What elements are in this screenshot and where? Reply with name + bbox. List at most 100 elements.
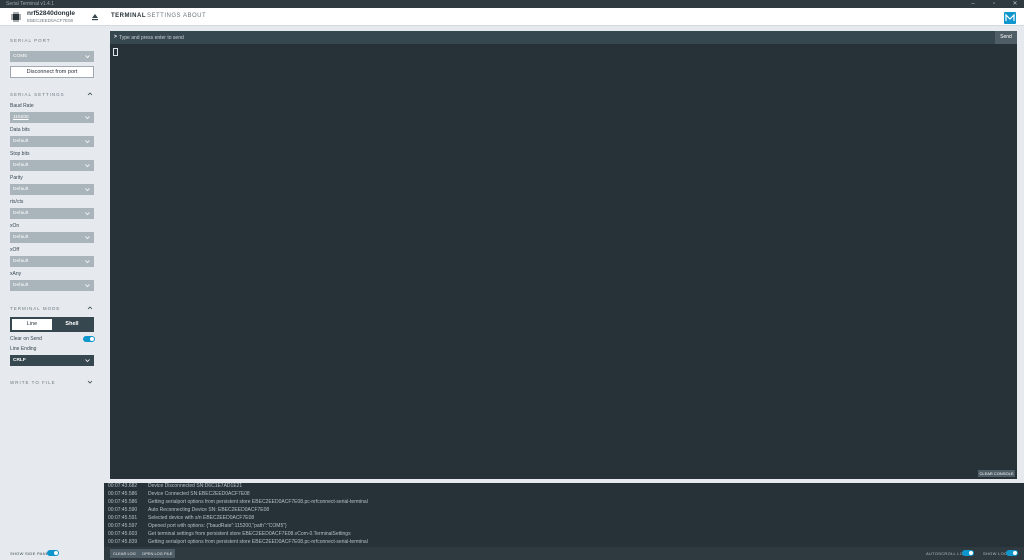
clear-console-button[interactable]: CLEAR CONSOLE (978, 470, 1015, 477)
xany-label: xAny (10, 271, 22, 277)
parity-label: Parity (10, 175, 23, 181)
clear-on-send-label: Clear on Send (10, 336, 42, 342)
rts-cts-select[interactable]: Default (10, 208, 94, 219)
toggle-knob (969, 551, 973, 555)
log-entry: 00:07:45.586 Getting serialport options f… (108, 499, 368, 505)
parity-select[interactable]: Default (10, 184, 94, 195)
log-time: 00:07:45.603 (108, 531, 138, 537)
footer-bar: SHOW SIDE PANEL CLEAR LOG OPEN LOG FILE … (0, 547, 1024, 560)
chevron-down-icon (85, 164, 90, 168)
clear-on-send-toggle[interactable] (83, 336, 95, 342)
autoscroll-log-toggle[interactable] (962, 550, 974, 556)
chevron-down-icon (85, 212, 90, 216)
xon-value: Default (13, 235, 29, 240)
xon-label: xOn (10, 223, 20, 229)
stop-bits-select[interactable]: Default (10, 160, 94, 171)
chevron-up-icon[interactable] (87, 91, 93, 97)
command-bar: > Send (110, 31, 1017, 44)
log-time: 00:07:45.586 (108, 499, 138, 505)
baud-rate-value: 115200 (13, 115, 29, 120)
xany-value: Default (13, 283, 29, 288)
clear-log-button[interactable]: CLEAR LOG (110, 549, 139, 558)
xoff-value: Default (13, 259, 29, 264)
rts-cts-label: rts/cts (10, 199, 24, 205)
show-log-label: SHOW LOG (983, 551, 1008, 556)
serial-port-select[interactable]: COM5 (10, 51, 94, 62)
log-time: 00:07:45.586 (108, 491, 138, 497)
log-message: Device Disconnected SN:D6C1E7AD1E21 (148, 483, 243, 489)
stop-bits-label: Stop bits (10, 151, 30, 157)
tab-settings[interactable]: SETTINGS (147, 13, 181, 19)
log-time: 00:07:45.590 (108, 507, 138, 513)
tab-about[interactable]: ABOUT (183, 13, 206, 19)
serial-settings-header[interactable]: SERIAL SETTINGS (10, 92, 65, 97)
minimize-icon[interactable]: – (966, 0, 980, 8)
maximize-icon[interactable]: ▫ (987, 0, 1001, 8)
chip-icon (11, 12, 21, 22)
toggle-knob (1013, 551, 1017, 555)
chevron-down-icon (85, 116, 90, 120)
device-name[interactable]: nrf52840dongle (27, 10, 75, 17)
chevron-down-icon (85, 236, 90, 240)
write-to-file-header[interactable]: WRITE TO FILE (10, 380, 56, 385)
log-entry: 00:07:45.586 Device Connected SN:EBEC2EED… (108, 491, 250, 497)
log-message: Opened port with options: {"baudRate":11… (148, 523, 287, 529)
eject-icon[interactable] (91, 13, 99, 21)
command-input[interactable] (119, 33, 989, 42)
log-entry: 00:07:45.839 Getting serialport options f… (108, 539, 368, 545)
terminal-mode-toggle: Line Shell (10, 317, 94, 332)
parity-value: Default (13, 187, 29, 192)
app-header: nrf52840dongle EBEC2EED0ACF7E08 TERMINAL… (0, 8, 1024, 26)
terminal-mode-header[interactable]: TERMINAL MODE (10, 306, 60, 311)
chevron-down-icon (85, 284, 90, 288)
log-time: 00:07:43.682 (108, 483, 138, 489)
baud-rate-select[interactable]: 115200 (10, 112, 94, 123)
close-icon[interactable]: ✕ (1008, 0, 1022, 8)
xoff-select[interactable]: Default (10, 256, 94, 267)
log-message: Getting serialport options from persiste… (148, 539, 368, 545)
xany-select[interactable]: Default (10, 280, 94, 291)
terminal-view[interactable]: > Send CLEAR CONSOLE (110, 31, 1017, 479)
chevron-down-icon (85, 260, 90, 264)
log-message: Device Connected SN:EBEC2EED0ACF7E08 (148, 491, 250, 497)
line-ending-select[interactable]: CRLF (10, 355, 94, 366)
autoscroll-log-label: AUTOSCROLL LOG (926, 551, 967, 556)
data-bits-select[interactable]: Default (10, 136, 94, 147)
nordic-logo-icon (1004, 12, 1016, 24)
xon-select[interactable]: Default (10, 232, 94, 243)
shell-mode-button[interactable]: Shell (52, 319, 92, 330)
window-title: Serial Terminal v1.4.1 (6, 1, 54, 7)
open-log-file-button[interactable]: OPEN LOG FILE (139, 549, 176, 558)
log-entry: 00:07:45.597 Opened port with options: {"… (108, 523, 287, 529)
tab-terminal[interactable]: TERMINAL (111, 13, 146, 19)
log-entry: 00:07:43.682 Device Disconnected SN:D6C1E… (108, 483, 242, 489)
device-serial: EBEC2EED0ACF7E08 (27, 18, 74, 23)
log-message: Get terminal settings from persistent st… (148, 531, 351, 537)
log-time: 00:07:45.597 (108, 523, 138, 529)
send-button[interactable]: Send (995, 31, 1017, 44)
chevron-down-icon (85, 55, 90, 59)
data-bits-label: Data bits (10, 127, 30, 133)
data-bits-value: Default (13, 139, 29, 144)
chevron-up-icon[interactable] (87, 305, 93, 311)
log-time: 00:07:45.839 (108, 539, 138, 545)
serial-port-header: SERIAL PORT (10, 38, 51, 43)
log-panel[interactable]: 00:07:43.682 Device Disconnected SN:D6C1E… (104, 483, 1024, 547)
serial-port-value: COM5 (13, 54, 27, 59)
log-time: 00:07:45.591 (108, 515, 138, 521)
show-side-panel-toggle[interactable] (47, 550, 59, 556)
toggle-knob (54, 551, 58, 555)
terminal-cursor (113, 48, 118, 56)
show-side-panel-label: SHOW SIDE PANEL (10, 551, 52, 556)
line-ending-value: CRLF (13, 358, 26, 363)
xoff-label: xOff (10, 247, 20, 253)
window-titlebar: Serial Terminal v1.4.1 – ▫ ✕ (0, 0, 1024, 8)
log-entry: 00:07:45.591 Selected device with s/n EBE… (108, 515, 254, 521)
footer-side: SHOW SIDE PANEL (0, 547, 104, 560)
prompt-icon: > (114, 34, 117, 40)
disconnect-button[interactable]: Disconnect from port (10, 66, 94, 78)
show-log-toggle[interactable] (1006, 550, 1018, 556)
chevron-down-icon[interactable] (87, 379, 93, 385)
line-mode-button[interactable]: Line (12, 319, 52, 330)
rts-cts-value: Default (13, 211, 29, 216)
